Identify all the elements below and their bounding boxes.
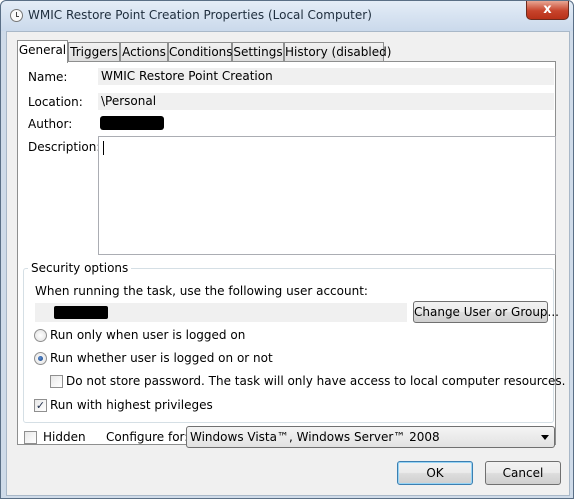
author-label: Author: [28, 117, 73, 131]
description-textarea[interactable] [98, 136, 556, 255]
run-whether-radio[interactable] [34, 352, 47, 365]
ok-button[interactable]: OK [397, 461, 473, 485]
location-label: Location: [28, 95, 83, 109]
dropdown-arrow-icon [541, 435, 549, 440]
name-label: Name: [28, 70, 68, 84]
hidden-label[interactable]: Hidden [43, 430, 86, 444]
run-whether-label[interactable]: Run whether user is logged on or not [50, 351, 273, 365]
tab-actions[interactable]: Actions [120, 42, 168, 62]
user-account-redacted [54, 306, 108, 319]
no-store-password-checkbox[interactable] [50, 375, 63, 388]
tab-triggers[interactable]: Triggers [68, 42, 120, 62]
author-redacted [100, 116, 164, 130]
no-store-password-label[interactable]: Do not store password. The task will onl… [66, 374, 565, 388]
run-logged-on-radio[interactable] [34, 329, 47, 342]
general-tab-panel: Name: WMIC Restore Point Creation Locati… [17, 61, 565, 445]
change-user-button[interactable]: Change User or Group... [413, 301, 559, 323]
tab-general[interactable]: General [17, 40, 68, 63]
cancel-button[interactable]: Cancel [485, 461, 561, 485]
text-caret [103, 141, 104, 155]
security-options-title: Security options [28, 261, 132, 275]
highest-privileges-checkbox[interactable]: ✓ [34, 399, 47, 412]
task-clock-icon [10, 9, 23, 22]
tab-settings[interactable]: Settings [232, 42, 284, 62]
dialog-client-area: General Triggers Actions Conditions Sett… [6, 31, 570, 496]
configure-for-value: Windows Vista™, Windows Server™ 2008 [190, 430, 440, 444]
window-title: WMIC Restore Point Creation Properties (… [28, 8, 372, 22]
title-bar[interactable]: WMIC Restore Point Creation Properties (… [1, 1, 573, 31]
name-field[interactable]: WMIC Restore Point Creation [98, 68, 554, 85]
dialog-window: WMIC Restore Point Creation Properties (… [0, 0, 574, 499]
tab-conditions[interactable]: Conditions [168, 42, 233, 62]
tab-history[interactable]: History (disabled) [284, 42, 391, 62]
configure-for-label: Configure for: [106, 430, 189, 444]
hidden-checkbox[interactable] [24, 431, 37, 444]
account-prompt: When running the task, use the following… [35, 284, 368, 298]
configure-for-select[interactable]: Windows Vista™, Windows Server™ 2008 [186, 426, 555, 448]
description-label: Description: [28, 140, 101, 154]
highest-privileges-label[interactable]: Run with highest privileges [50, 398, 213, 412]
close-button[interactable]: x [526, 1, 569, 20]
run-logged-on-label[interactable]: Run only when user is logged on [50, 328, 245, 342]
location-field[interactable]: \Personal [98, 93, 554, 110]
